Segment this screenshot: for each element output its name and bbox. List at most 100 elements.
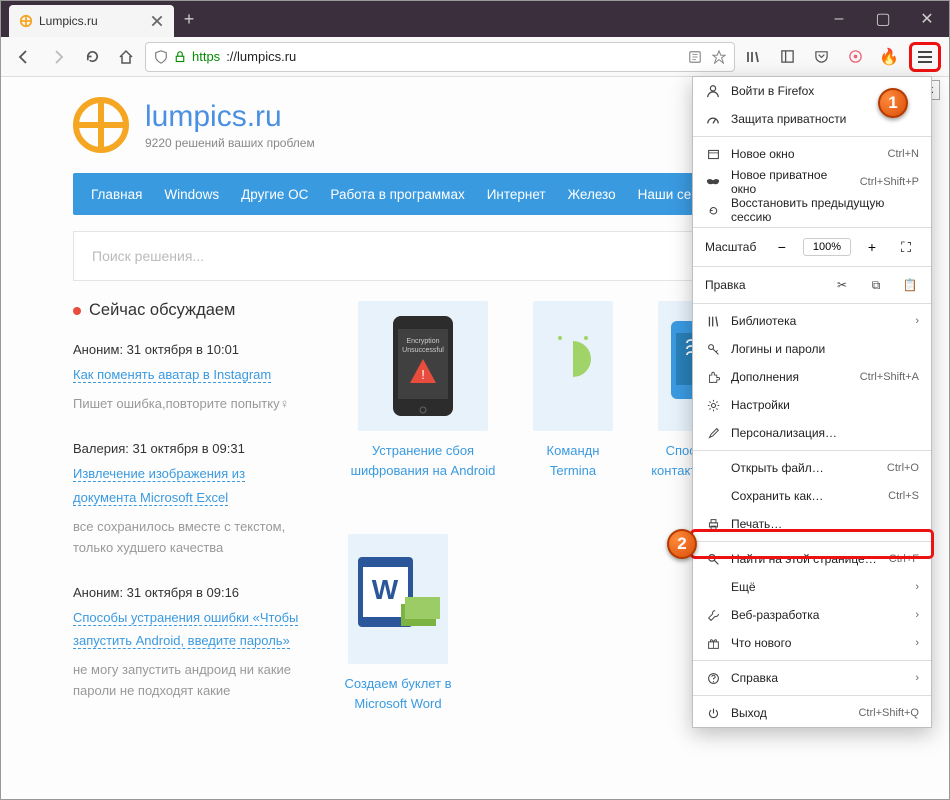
discussion-body: все сохранилось вместе с текстом, только… — [73, 517, 308, 559]
brush-icon — [705, 425, 721, 441]
save-icon — [705, 488, 721, 504]
reload-button[interactable] — [77, 42, 107, 72]
article-card[interactable]: W Создаем буклет в Microsoft Word — [338, 534, 458, 728]
nav-item[interactable]: Интернет — [487, 187, 546, 202]
cut-icon[interactable]: ✂ — [833, 278, 851, 292]
svg-text:Encryption: Encryption — [406, 338, 439, 345]
nav-item[interactable]: Windows — [164, 187, 219, 202]
card-thumbnail-icon: W — [348, 534, 448, 664]
window-close-button[interactable]: ✕ — [905, 1, 949, 37]
discussion-meta: Валерия: 31 октября в 09:31 — [73, 441, 308, 456]
forward-button[interactable] — [43, 42, 73, 72]
menu-open-file[interactable]: Открыть файл…Ctrl+O — [693, 454, 931, 482]
svg-text:W: W — [372, 574, 399, 605]
article-card[interactable]: EncryptionUnsuccessful! Устранение сбоя … — [338, 301, 508, 514]
nav-item[interactable]: Другие ОС — [241, 187, 308, 202]
fullscreen-button[interactable]: ⛶ — [893, 236, 919, 258]
url-bar[interactable]: https://lumpics.ru — [145, 42, 735, 72]
menu-more[interactable]: Ещё› — [693, 573, 931, 601]
bookmark-icon[interactable] — [712, 50, 726, 64]
article-card[interactable]: Командн Termina — [523, 301, 623, 514]
card-thumbnail-icon: Encryption Unsuccessful! — [358, 301, 488, 431]
annotation-badge-2: 2 — [667, 529, 697, 559]
red-dot-icon — [73, 307, 81, 315]
edit-label: Правка — [705, 278, 746, 292]
back-button[interactable] — [9, 42, 39, 72]
mask-icon — [705, 174, 721, 190]
discussion-meta: Аноним: 31 октября в 10:01 — [73, 342, 308, 357]
sidebar-icon[interactable] — [773, 42, 801, 72]
menu-logins[interactable]: Логины и пароли — [693, 335, 931, 363]
paste-icon[interactable]: 📋 — [901, 278, 919, 292]
titlebar: Lumpics.ru + – ▢ ✕ — [1, 1, 949, 37]
home-button[interactable] — [111, 42, 141, 72]
library-icon[interactable] — [739, 42, 767, 72]
discussion-heading: Сейчас обсуждаем — [73, 301, 308, 320]
fire-icon[interactable]: 🔥 — [875, 42, 903, 72]
discussion-body: Пишет ошибка,повторите попытку♀ — [73, 394, 308, 415]
discussion-link[interactable]: Как поменять аватар в Instagram — [73, 367, 271, 383]
site-logo-icon — [73, 97, 129, 153]
menu-customize[interactable]: Персонализация… — [693, 419, 931, 447]
card-title: Создаем буклет в Microsoft Word — [338, 674, 458, 713]
nav-item[interactable]: Работа в программах — [330, 187, 464, 202]
card-thumbnail-icon — [533, 301, 613, 431]
svg-text:!: ! — [421, 367, 425, 382]
menu-whatsnew[interactable]: Что нового› — [693, 629, 931, 657]
window-maximize-button[interactable]: ▢ — [861, 1, 905, 37]
menu-exit[interactable]: ВыходCtrl+Shift+Q — [693, 699, 931, 727]
menu-find[interactable]: Найти на этой странице…Ctrl+F — [693, 545, 931, 573]
hamburger-menu-button[interactable] — [909, 42, 941, 72]
person-icon — [705, 83, 721, 99]
dashboard-icon — [705, 111, 721, 127]
print-icon — [705, 516, 721, 532]
annotation-badge-1: 1 — [878, 88, 908, 118]
browser-tab[interactable]: Lumpics.ru — [9, 5, 174, 37]
tab-title: Lumpics.ru — [39, 14, 98, 28]
more-icon — [705, 579, 721, 595]
menu-zoom-row: Масштаб − 100% + ⛶ — [693, 231, 931, 263]
menu-webdev[interactable]: Веб-разработка› — [693, 601, 931, 629]
file-icon — [705, 460, 721, 476]
zoom-in-button[interactable]: + — [859, 236, 885, 258]
tab-favicon-icon — [19, 14, 33, 28]
site-title: lumpics.ru — [145, 100, 315, 134]
reader-icon[interactable] — [688, 50, 702, 64]
menu-save-as[interactable]: Сохранить как…Ctrl+S — [693, 482, 931, 510]
window-icon — [705, 146, 721, 162]
menu-addons[interactable]: ДополненияCtrl+Shift+A — [693, 363, 931, 391]
power-icon — [705, 705, 721, 721]
menu-print[interactable]: Печать… — [693, 510, 931, 538]
card-title: Командн Termina — [523, 441, 623, 480]
window-minimize-button[interactable]: – — [817, 1, 861, 37]
key-icon — [705, 341, 721, 357]
menu-help[interactable]: Справка› — [693, 664, 931, 692]
zoom-label: Масштаб — [705, 240, 756, 254]
svg-text:Unsuccessful: Unsuccessful — [402, 347, 444, 354]
menu-new-window[interactable]: Новое окноCtrl+N — [693, 140, 931, 168]
menu-settings[interactable]: Настройки — [693, 391, 931, 419]
nav-item[interactable]: Главная — [91, 187, 142, 202]
discussion-meta: Аноним: 31 октября в 09:16 — [73, 585, 308, 600]
tab-close-icon[interactable] — [150, 14, 164, 28]
zoom-out-button[interactable]: − — [769, 236, 795, 258]
nav-item[interactable]: Железо — [568, 187, 616, 202]
url-rest: ://lumpics.ru — [226, 49, 296, 64]
discussion-link[interactable]: Способы устранения ошибки «Чтобы запусти… — [73, 610, 298, 649]
zoom-value: 100% — [803, 238, 851, 256]
discussion-link[interactable]: Извлечение изображения из документа Micr… — [73, 466, 245, 505]
copy-icon[interactable]: ⧉ — [867, 278, 885, 293]
pocket-icon[interactable] — [807, 42, 835, 72]
books-icon — [705, 313, 721, 329]
search-icon — [705, 551, 721, 567]
menu-restore-session[interactable]: Восстановить предыдущую сессию — [693, 196, 931, 224]
menu-library[interactable]: Библиотека› — [693, 307, 931, 335]
app-menu: Войти в Firefox Защита приватности Новое… — [692, 76, 932, 728]
menu-new-private[interactable]: Новое приватное окноCtrl+Shift+P — [693, 168, 931, 196]
gear-icon — [705, 397, 721, 413]
shield-icon — [154, 50, 168, 64]
lock-icon — [174, 51, 186, 63]
new-tab-button[interactable]: + — [174, 4, 204, 34]
puzzle-icon — [705, 369, 721, 385]
extension-icon[interactable] — [841, 42, 869, 72]
